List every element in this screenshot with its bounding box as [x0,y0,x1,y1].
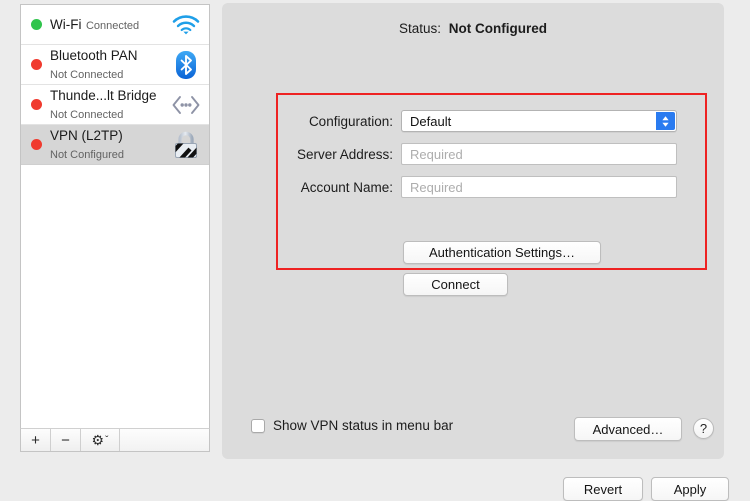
thunderbolt-bridge-icon [169,89,203,121]
status-dot-disconnected [31,59,42,70]
revert-button[interactable]: Revert [563,477,643,501]
configuration-label: Configuration: [308,113,393,129]
configuration-select[interactable]: Default [401,110,677,132]
account-name-input[interactable] [401,176,677,198]
service-text: Bluetooth PAN Not Connected [50,47,169,82]
chevron-down-icon: ˇ [105,434,109,446]
list-item-vpn-l2tp[interactable]: VPN (L2TP) Not Configured [21,125,209,165]
service-state: Not Connected [50,68,124,81]
service-name: Wi-Fi [50,16,82,32]
service-name: VPN (L2TP) [50,128,123,144]
wifi-icon [169,9,203,41]
vpn-detail-panel: Status: Not Configured [222,3,724,459]
connect-button[interactable]: Connect [403,273,508,296]
show-vpn-status-label: Show VPN status in menu bar [273,418,454,433]
server-address-input[interactable] [401,143,677,165]
bluetooth-icon [169,49,203,81]
service-state: Not Configured [50,148,124,161]
status-label: Status: [398,21,442,36]
service-actions-button[interactable]: ⚙ ˇ [81,429,120,451]
account-name-row: Account Name: [296,176,677,198]
remove-service-button[interactable]: − [51,429,81,451]
status-badge: Not Configured [448,21,548,36]
configuration-row: Configuration: Default [296,110,677,132]
show-vpn-status-checkbox[interactable] [251,418,265,433]
service-text: Wi-Fi Connected [50,16,169,33]
service-text: VPN (L2TP) Not Configured [50,127,169,162]
toolbar-filler [120,429,209,451]
status-dot-not-configured [31,139,42,150]
status-dot-disconnected [31,99,42,110]
apply-button[interactable]: Apply [651,477,729,501]
help-button[interactable]: ? [693,418,714,439]
service-text: Thunde...lt Bridge Not Connected [50,87,169,122]
chevron-updown-icon[interactable] [656,112,675,130]
advanced-button[interactable]: Advanced… [574,417,682,441]
list-item[interactable]: Wi-Fi Connected [21,5,209,45]
status-line: Status: Not Configured [222,21,724,36]
service-name: Bluetooth PAN [50,48,138,64]
network-services-list[interactable]: Wi-Fi Connected Bluetooth PAN Not Connec… [20,4,210,452]
list-item[interactable]: Bluetooth PAN Not Connected [21,45,209,85]
add-service-button[interactable]: + [21,429,51,451]
authentication-settings-button[interactable]: Authentication Settings… [403,241,601,264]
service-state: Connected [85,19,140,32]
service-name: Thunde...lt Bridge [50,88,157,104]
server-address-label: Server Address: [296,146,393,162]
server-address-row: Server Address: [296,143,677,165]
list-item[interactable]: Thunde...lt Bridge Not Connected [21,85,209,125]
vpn-lock-icon [169,129,203,161]
service-state: Not Connected [50,108,124,121]
status-dot-connected [31,19,42,30]
account-name-label: Account Name: [300,179,393,195]
configuration-selected-value: Default [410,113,452,129]
service-list-toolbar[interactable]: + − ⚙ ˇ [20,428,210,452]
show-vpn-status-row[interactable]: Show VPN status in menu bar [251,418,453,433]
gear-icon: ⚙ [91,431,105,448]
